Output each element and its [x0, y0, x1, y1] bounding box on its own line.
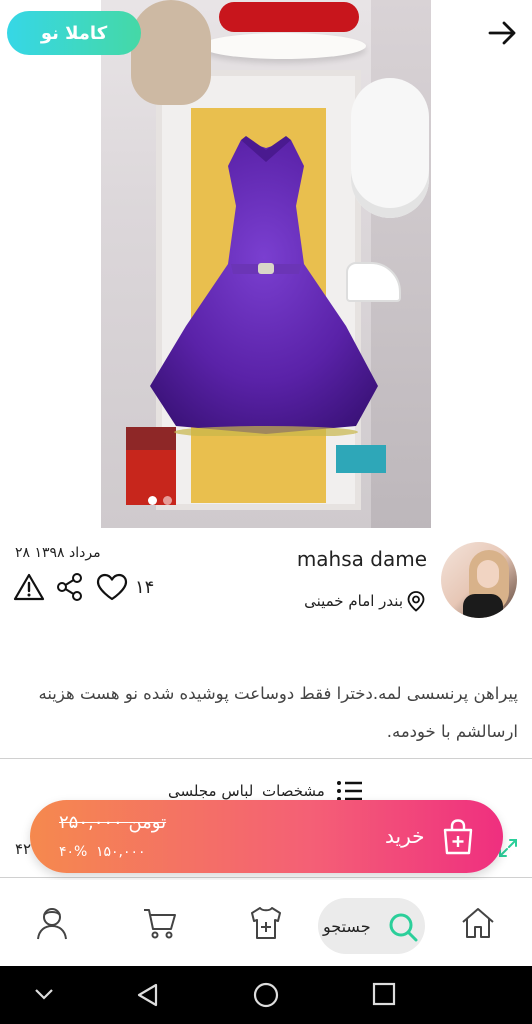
buy-button[interactable]: ۲۵۰,۰۰۰ تومن ۴۰% ۱۵۰,۰۰۰ خرید	[30, 800, 503, 873]
divider	[0, 877, 532, 878]
teddy-bear	[131, 0, 211, 105]
shopping-bag-plus-icon	[443, 819, 473, 855]
discount-percent: ۴۰%	[59, 844, 88, 860]
seller-name[interactable]: mahsa dame	[297, 547, 427, 571]
bottom-navigation: جستجو	[0, 880, 532, 966]
product-photo[interactable]	[101, 0, 431, 528]
purple-dress	[150, 136, 378, 436]
home-icon[interactable]	[460, 905, 496, 941]
pager-dot[interactable]	[163, 496, 172, 505]
post-date: ۲۸ مرداد ۱۳۹۸	[15, 545, 101, 561]
pager-dot[interactable]	[148, 496, 157, 505]
search-tab[interactable]: جستجو	[318, 898, 425, 954]
category-value[interactable]: لباس مجلسی	[168, 782, 253, 800]
cart-icon[interactable]	[142, 905, 178, 941]
arrow-right-icon[interactable]	[485, 16, 519, 50]
old-price: ۲۵۰,۰۰۰ تومن	[59, 812, 167, 833]
avatar[interactable]	[441, 542, 517, 618]
condition-badge: کاملا نو	[7, 11, 141, 55]
like-count: ۱۴	[135, 576, 155, 598]
warning-icon[interactable]	[13, 572, 45, 602]
system-navigation-bar	[0, 966, 532, 1024]
divider	[0, 758, 532, 759]
specs-label: مشخصات	[262, 782, 325, 800]
new-price: ۱۵۰,۰۰۰	[96, 844, 146, 860]
search-label: جستجو	[323, 917, 371, 936]
image-pager-dots	[148, 496, 172, 505]
recents-icon[interactable]	[372, 982, 396, 1006]
seller-info: mahsa dame بندر امام خمینی ۲۸ مرداد ۱۳۹۸…	[0, 536, 532, 626]
product-image-area: کاملا نو	[0, 0, 532, 528]
location-text: بندر امام خمینی	[304, 592, 403, 610]
chevron-down-icon[interactable]	[32, 982, 56, 1006]
seller-location: بندر امام خمینی	[304, 590, 426, 612]
action-icons: ۱۴	[13, 572, 154, 602]
search-icon	[389, 913, 418, 942]
product-description: پیراهن پرنسسی لمه.دخترا فقط دوساعت پوشید…	[38, 684, 518, 741]
home-circle-icon[interactable]	[253, 982, 279, 1008]
buy-label: خرید	[385, 824, 425, 848]
profile-icon[interactable]	[34, 905, 70, 941]
map-pin-icon	[407, 591, 425, 612]
heart-icon[interactable]	[95, 572, 129, 602]
partial-number: ۴۲	[15, 840, 32, 858]
add-item-icon[interactable]	[248, 905, 284, 941]
share-icon[interactable]	[55, 572, 85, 602]
back-icon[interactable]	[135, 982, 161, 1008]
